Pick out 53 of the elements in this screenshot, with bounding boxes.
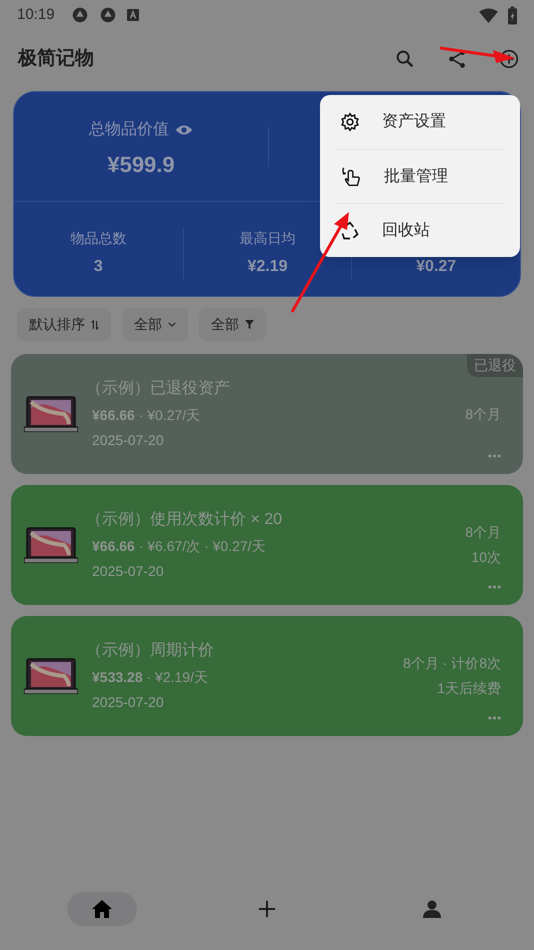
filter-chip[interactable]: 全部: [122, 308, 188, 341]
filter-chip[interactable]: 全部: [199, 308, 266, 341]
chevron-down-icon: [168, 322, 176, 327]
item-card[interactable]: （示例）周期计价 ¥533.28 · ¥2.19/天 2025-07-20 8个月 · 计价8次 1天后续费: [11, 616, 523, 736]
stat-value: ¥2.19: [247, 257, 288, 277]
item-card[interactable]: （示例）使用次数计价 × 20 ¥66.66 · ¥6.67/次 · ¥0.27/天 2025-07-20 8个月 10次: [11, 485, 523, 605]
retired-badge: 已退役: [467, 354, 523, 377]
item-date: 2025-07-20: [92, 431, 165, 450]
stat-value: 3: [94, 257, 103, 277]
item-date: 2025-07-20: [92, 562, 165, 581]
tap-hand-icon: [340, 166, 362, 188]
recycle-icon: [340, 220, 360, 240]
stat-label: 物品总数: [70, 229, 126, 248]
item-title: （示例）周期计价: [86, 640, 215, 661]
item-title: （示例）使用次数计价 × 20: [86, 510, 284, 530]
item-duration: 1天后续费: [437, 679, 501, 698]
item-duration: 8个月: [465, 404, 501, 424]
laptop-icon: [24, 396, 78, 432]
add-circle-icon[interactable]: [498, 48, 520, 70]
status-time: 10:19: [17, 4, 55, 25]
app-notification-icon: [70, 6, 89, 24]
add-icon: [258, 900, 276, 918]
laptop-icon: [24, 527, 78, 563]
keyboard-notification-icon: [126, 9, 139, 21]
person-icon: [422, 899, 442, 919]
app-title: 极简记物: [18, 46, 94, 71]
item-duration: 8个月: [465, 523, 501, 542]
item-price: ¥66.66 · ¥6.67/次 · ¥0.27/天: [92, 537, 267, 556]
battery-icon: [508, 6, 517, 24]
laptop-icon: [24, 658, 78, 694]
item-duration: 10次: [471, 548, 501, 567]
item-price: ¥533.28 · ¥2.19/天: [92, 668, 209, 687]
nav-tab[interactable]: [67, 892, 138, 926]
search-icon[interactable]: [394, 48, 416, 70]
wifi-icon: [479, 8, 498, 22]
item-card[interactable]: 已退役 （示例）已退役资产 ¥66.66 · ¥0.27/天 2025-07-20 8个月: [11, 354, 523, 474]
app-notification-icon: [98, 6, 117, 24]
home-icon: [92, 900, 112, 918]
eye-icon[interactable]: [175, 124, 193, 136]
sort-arrows-icon: [91, 320, 99, 330]
item-price: ¥66.66 · ¥0.27/天: [92, 406, 202, 425]
stat-value: ¥0.27: [416, 257, 456, 277]
total-value: ¥599.9: [107, 151, 175, 179]
total-value-label: 总物品价值: [89, 120, 169, 140]
item-title: （示例）已退役资产: [86, 378, 231, 399]
stat-label: 最高日均: [239, 229, 296, 248]
gear-icon: [340, 112, 360, 132]
funnel-icon: [245, 320, 254, 329]
item-date: 2025-07-20: [92, 693, 165, 712]
filter-chip[interactable]: 默认排序: [17, 308, 111, 341]
menu-item[interactable]: 批量管理: [334, 149, 506, 203]
item-duration: 8个月 · 计价8次: [402, 654, 501, 673]
menu-item[interactable]: 资产设置: [334, 95, 506, 149]
